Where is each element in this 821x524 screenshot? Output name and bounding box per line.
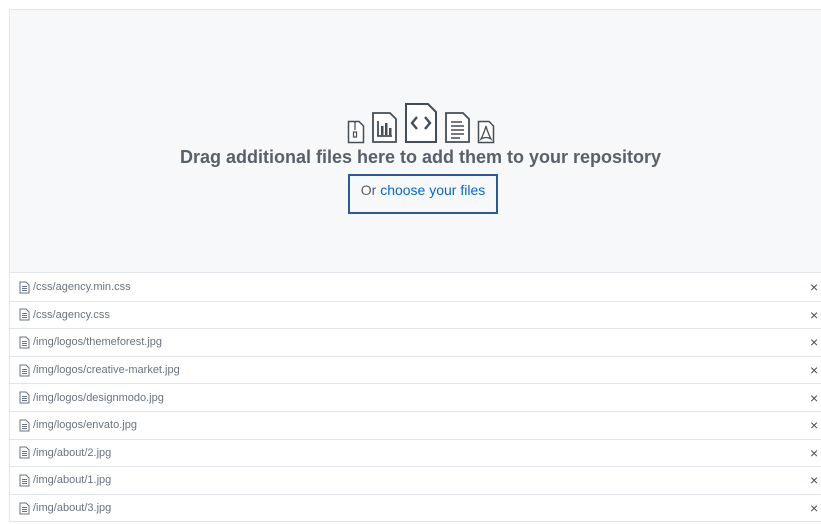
file-icon (19, 446, 30, 459)
dropzone-title: Drag additional files here to add them t… (179, 147, 662, 167)
remove-file-icon[interactable]: × (810, 363, 818, 377)
remove-file-icon[interactable]: × (810, 473, 818, 487)
file-row: /css/agency.css × (9, 301, 821, 330)
remove-file-icon[interactable]: × (810, 391, 818, 405)
pdf-file-icon (477, 120, 495, 144)
file-row: /img/about/2.jpg × (9, 439, 821, 468)
file-name: /img/logos/designmodo.jpg (33, 391, 164, 404)
file-name: /img/logos/envato.jpg (33, 419, 137, 432)
text-file-icon (444, 111, 471, 144)
file-name: /img/logos/themeforest.jpg (33, 336, 163, 349)
zip-file-icon (347, 120, 365, 144)
file-icon (19, 364, 30, 377)
choose-files-link[interactable]: choose your files (380, 182, 485, 198)
file-icon (19, 419, 30, 432)
file-name: /img/about/1.jpg (33, 474, 112, 487)
file-icon (19, 281, 30, 294)
remove-file-icon[interactable]: × (810, 446, 818, 460)
file-name: /img/logos/creative-market.jpg (33, 364, 180, 377)
choose-files-box: Or choose your files (348, 174, 498, 214)
file-dropzone[interactable]: Drag additional files here to add them t… (9, 9, 821, 273)
remove-file-icon[interactable]: × (810, 418, 818, 432)
file-row: /img/about/3.jpg × (9, 494, 821, 523)
file-icon (19, 502, 30, 515)
file-name: /css/agency.css (33, 308, 110, 321)
remove-file-icon[interactable]: × (810, 308, 818, 322)
file-name: /css/agency.min.css (33, 281, 131, 294)
file-name: /img/about/2.jpg (33, 446, 112, 459)
file-list: /css/agency.min.css ×/css/agency.css ×/img… (9, 274, 821, 523)
file-row: /img/logos/creative-market.jpg × (9, 356, 821, 385)
file-icon (19, 336, 30, 349)
remove-file-icon[interactable]: × (810, 280, 818, 294)
file-row: /img/logos/designmodo.jpg × (9, 384, 821, 412)
file-row: /img/logos/envato.jpg × (9, 411, 821, 440)
chart-file-icon (371, 111, 398, 144)
choose-prefix: Or (360, 182, 381, 198)
file-row: /css/agency.min.css × (9, 274, 821, 302)
remove-file-icon[interactable]: × (810, 501, 818, 515)
file-row: /img/logos/themeforest.jpg × (9, 329, 821, 357)
file-type-icons (6, 102, 821, 144)
file-icon (19, 391, 30, 404)
file-name: /img/about/3.jpg (33, 502, 112, 515)
code-file-icon (404, 102, 438, 144)
file-row: /img/about/1.jpg × (9, 467, 821, 495)
remove-file-icon[interactable]: × (810, 335, 818, 349)
file-icon (19, 474, 30, 487)
file-icon (19, 308, 30, 321)
